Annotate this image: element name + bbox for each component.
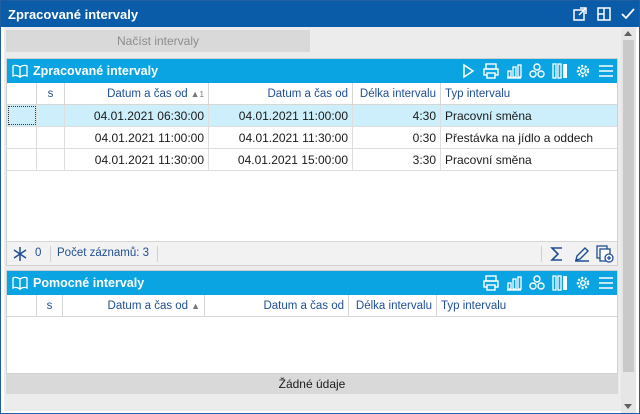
scrollbar-thumb[interactable] <box>623 40 634 372</box>
column-header-date-from[interactable]: Datum a čas od ▲1 <box>65 83 209 105</box>
footer-divider <box>50 246 51 262</box>
cell-date-to[interactable]: 04.01.2021 11:00:00 <box>209 105 353 127</box>
title-bar: Zpracované intervaly <box>1 1 639 27</box>
menu-icon[interactable] <box>597 62 615 80</box>
chart-icon[interactable] <box>505 62 523 80</box>
menu-icon[interactable] <box>597 274 615 292</box>
cell-type[interactable]: Pracovní směna <box>441 105 617 127</box>
add-record-icon[interactable] <box>596 245 614 266</box>
scroll-down-icon[interactable] <box>624 404 632 409</box>
sort-asc-icon: ▲ <box>191 301 200 311</box>
column-header-s[interactable]: s <box>37 295 63 317</box>
cell-s[interactable] <box>37 105 65 127</box>
edit-icon[interactable] <box>573 245 591 266</box>
group-icon[interactable] <box>528 274 546 292</box>
cell-date-from[interactable]: 04.01.2021 11:00:00 <box>65 127 209 149</box>
footer-divider <box>157 246 158 262</box>
cell-date-from[interactable]: 04.01.2021 06:30:00 <box>65 105 209 127</box>
columns-icon[interactable] <box>551 274 569 292</box>
load-intervals-button[interactable]: Načíst intervaly <box>6 30 310 52</box>
confirm-icon[interactable] <box>619 5 637 23</box>
window-title: Zpracované intervaly <box>8 7 139 22</box>
column-header-type[interactable]: Typ intervalu <box>437 295 617 317</box>
settings-icon[interactable] <box>574 62 592 80</box>
cell-type[interactable]: Pracovní směna <box>441 149 617 171</box>
table-row[interactable]: 04.01.2021 11:30:00 04.01.2021 15:00:00 … <box>7 149 617 171</box>
footer-divider <box>541 246 542 262</box>
table-header: s Datum a čas od ▲ Datum a čas od Délka i… <box>7 295 617 317</box>
table-row[interactable]: 04.01.2021 06:30:00 04.01.2021 11:00:00 … <box>7 105 617 127</box>
cell-s[interactable] <box>37 127 65 149</box>
restore-icon[interactable] <box>595 5 613 23</box>
panel-header: Zpracované intervaly <box>7 59 617 83</box>
sum-icon[interactable] <box>548 245 566 266</box>
scroll-up-icon[interactable] <box>624 31 632 36</box>
column-header-date-from[interactable]: Datum a čas od ▲ <box>63 295 205 317</box>
processed-intervals-panel: Zpracované intervaly s Datum a čas od ▲1… <box>6 58 618 266</box>
column-header-date-to[interactable]: Datum a čas od <box>209 83 353 105</box>
book-icon <box>12 275 28 291</box>
columns-icon[interactable] <box>551 62 569 80</box>
book-icon <box>12 63 28 79</box>
column-header-label: Datum a čas od <box>107 300 189 312</box>
cell-length[interactable]: 3:30 <box>353 149 441 171</box>
column-header-type[interactable]: Typ intervalu <box>441 83 617 105</box>
cell-date-to[interactable]: 04.01.2021 15:00:00 <box>209 149 353 171</box>
helper-intervals-panel: Pomocné intervaly s Datum a čas od ▲ Dat… <box>6 270 618 374</box>
print-icon[interactable] <box>482 274 500 292</box>
group-icon[interactable] <box>528 62 546 80</box>
panel-header: Pomocné intervaly <box>7 271 617 295</box>
settings-icon[interactable] <box>574 274 592 292</box>
column-header-blank[interactable] <box>7 295 37 317</box>
marked-count: 0 <box>35 247 42 259</box>
empty-state-bar: Žádné údaje <box>6 374 618 394</box>
window: Zpracované intervaly Načíst intervaly Zp… <box>0 0 640 414</box>
cell-date-to[interactable]: 04.01.2021 11:30:00 <box>209 127 353 149</box>
row-selector-cell[interactable] <box>7 149 37 171</box>
play-icon[interactable] <box>459 62 477 80</box>
vertical-scrollbar[interactable] <box>621 28 636 413</box>
panel-title: Pomocné intervaly <box>33 276 145 290</box>
focus-indicator <box>8 106 36 125</box>
row-selector-cell[interactable] <box>7 105 37 127</box>
panel-footer: 0 Počet záznamů: 3 <box>7 241 617 265</box>
cell-length[interactable]: 0:30 <box>353 127 441 149</box>
cell-type[interactable]: Přestávka na jídlo a oddech <box>441 127 617 149</box>
column-header-date-to[interactable]: Datum a čas od <box>205 295 349 317</box>
cell-date-from[interactable]: 04.01.2021 11:30:00 <box>65 149 209 171</box>
cell-s[interactable] <box>37 149 65 171</box>
popout-icon[interactable] <box>571 5 589 23</box>
column-header-blank[interactable] <box>7 83 37 105</box>
sort-asc-icon: ▲ <box>190 89 200 99</box>
cell-length[interactable]: 4:30 <box>353 105 441 127</box>
table-header: s Datum a čas od ▲1 Datum a čas od Délka … <box>7 83 617 105</box>
print-icon[interactable] <box>482 62 500 80</box>
panel-title: Zpracované intervaly <box>33 64 159 78</box>
table-row[interactable]: 04.01.2021 11:00:00 04.01.2021 11:30:00 … <box>7 127 617 149</box>
row-selector-cell[interactable] <box>7 127 37 149</box>
record-count: Počet záznamů: 3 <box>57 247 150 259</box>
column-header-label: Datum a čas od <box>107 88 188 100</box>
column-header-length[interactable]: Délka intervalu <box>349 295 437 317</box>
sort-order-index: 1 <box>199 90 204 99</box>
snowflake-icon[interactable] <box>12 246 28 265</box>
column-header-s[interactable]: s <box>37 83 65 105</box>
column-header-length[interactable]: Délka intervalu <box>353 83 441 105</box>
chart-icon[interactable] <box>505 274 523 292</box>
